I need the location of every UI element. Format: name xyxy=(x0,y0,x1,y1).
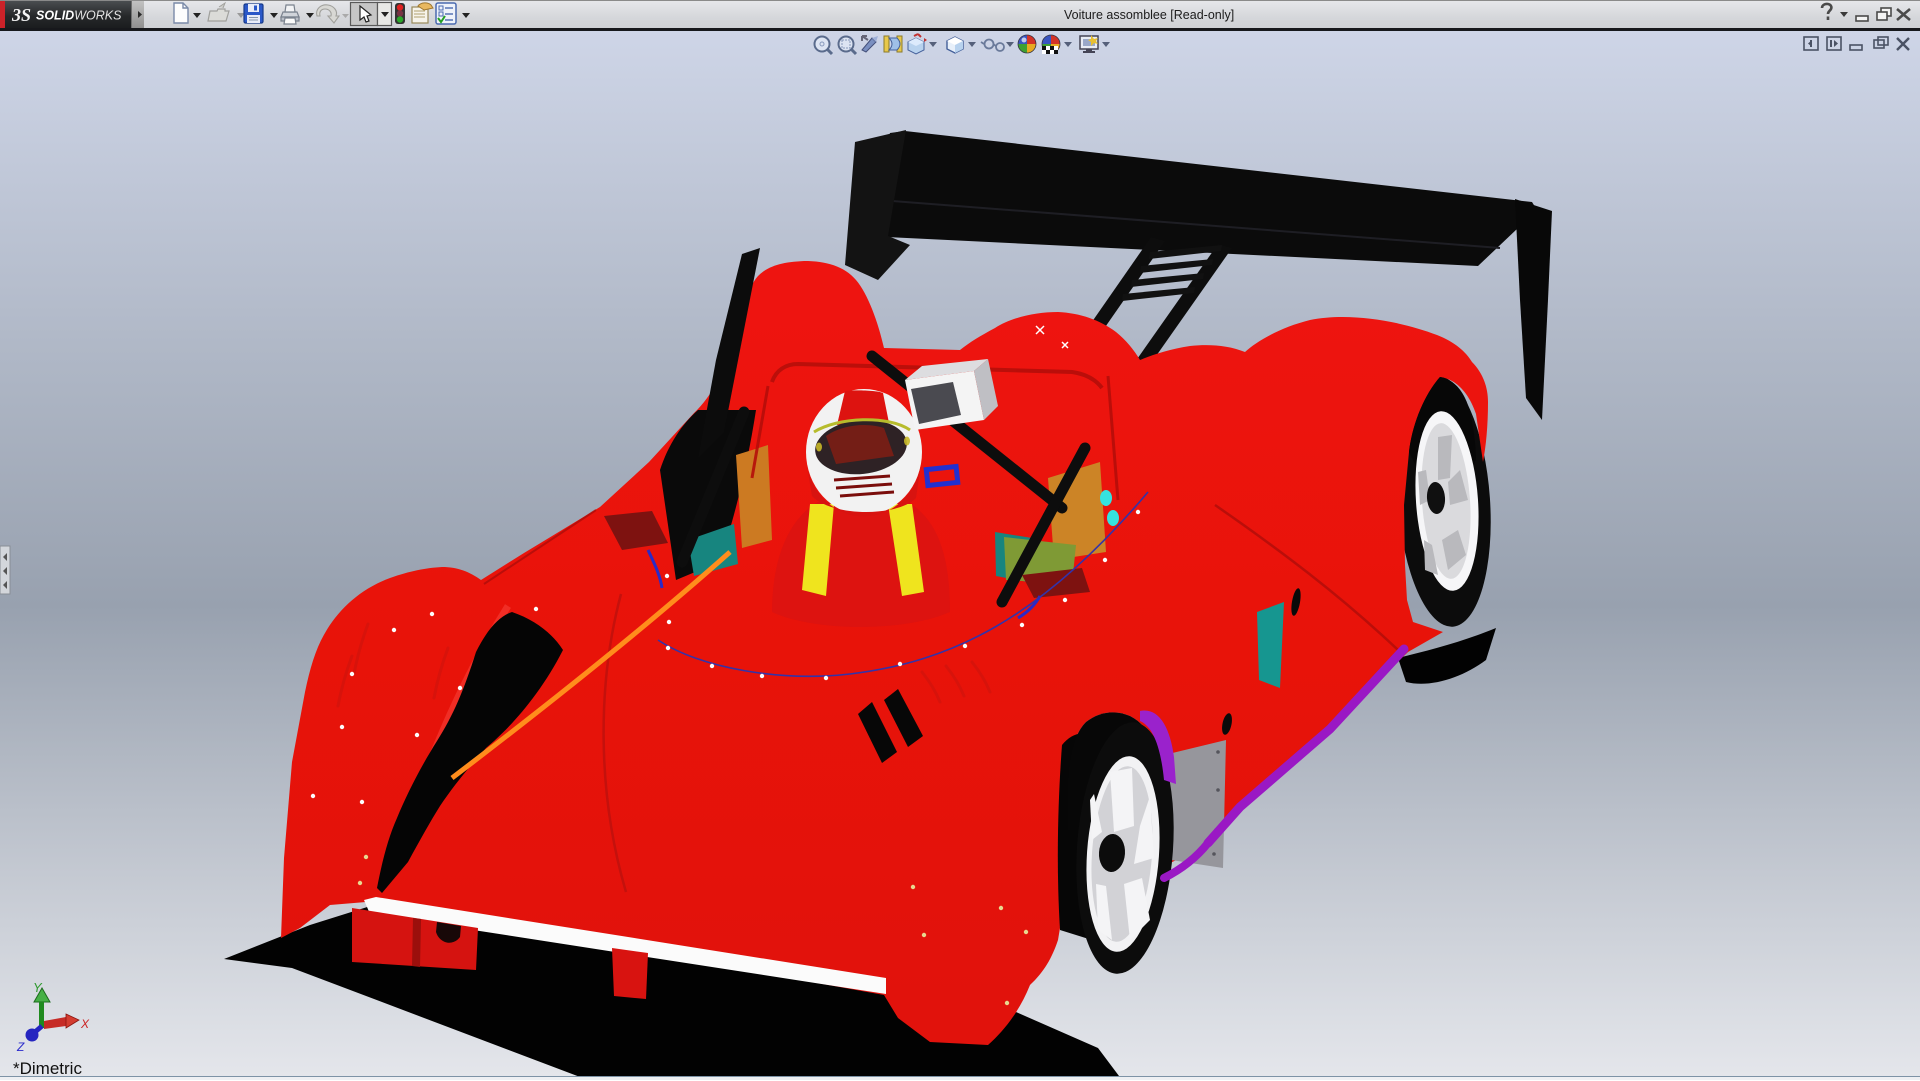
svg-text:X: X xyxy=(80,1017,90,1031)
svg-text:3S: 3S xyxy=(11,5,31,25)
svg-text:Z: Z xyxy=(16,1040,25,1054)
svg-text:SOLIDWORKS: SOLIDWORKS xyxy=(36,9,122,23)
svg-text:*Dimetric: *Dimetric xyxy=(13,1059,82,1076)
